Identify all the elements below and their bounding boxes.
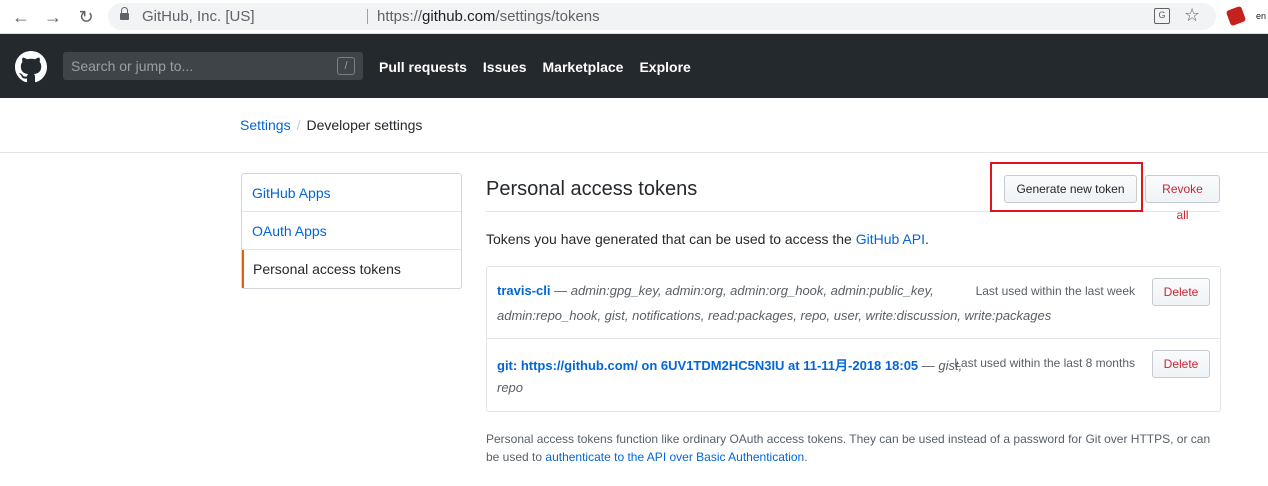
lock-icon bbox=[120, 7, 129, 22]
breadcrumb-bar: Settings / Developer settings bbox=[0, 98, 1268, 153]
github-logo-icon[interactable] bbox=[15, 51, 47, 83]
token-list: travis-cli — admin:gpg_key, admin:org, a… bbox=[486, 266, 1221, 412]
sidebar-item-github-apps[interactable]: GitHub Apps bbox=[242, 174, 461, 212]
page-title: Personal access tokens bbox=[486, 178, 698, 200]
site-identity: GitHub, Inc. [US] bbox=[142, 8, 255, 25]
sidebar-item-personal-access-tokens[interactable]: Personal access tokens bbox=[242, 250, 461, 288]
translate-icon[interactable]: G bbox=[1154, 8, 1170, 24]
token-row: travis-cli — admin:gpg_key, admin:org, a… bbox=[487, 267, 1220, 339]
omnibox-divider bbox=[367, 9, 368, 24]
nav-marketplace[interactable]: Marketplace bbox=[543, 59, 624, 75]
address-bar[interactable]: GitHub, Inc. [US] https://github.com/set… bbox=[108, 3, 1216, 30]
nav-explore[interactable]: Explore bbox=[639, 59, 690, 75]
nav-issues[interactable]: Issues bbox=[483, 59, 527, 75]
github-header: Search or jump to... / Pull requests Iss… bbox=[0, 34, 1268, 98]
token-last-used: Last used within the last 8 months bbox=[954, 356, 1135, 370]
token-name-link[interactable]: travis-cli bbox=[497, 283, 550, 298]
header-nav: Pull requests Issues Marketplace Explore bbox=[379, 59, 691, 75]
back-arrow-icon[interactable]: ← bbox=[10, 6, 32, 28]
bookmark-star-icon[interactable]: ☆ bbox=[1184, 5, 1200, 26]
nav-pull-requests[interactable]: Pull requests bbox=[379, 59, 467, 75]
basic-auth-link[interactable]: authenticate to the API over Basic Authe… bbox=[545, 450, 804, 464]
token-name-link[interactable]: git: https://github.com/ on 6UV1TDM2HC5N… bbox=[497, 358, 918, 373]
search-input[interactable]: Search or jump to... / bbox=[63, 52, 363, 80]
reload-icon[interactable]: ↻ bbox=[75, 6, 97, 28]
breadcrumb-current: Developer settings bbox=[306, 117, 423, 133]
token-row: git: https://github.com/ on 6UV1TDM2HC5N… bbox=[487, 339, 1220, 411]
forward-arrow-icon[interactable]: → bbox=[42, 6, 64, 28]
token-last-used: Last used within the last week bbox=[975, 284, 1135, 298]
tokens-intro: Tokens you have generated that can be us… bbox=[486, 231, 929, 247]
developer-settings-menu: GitHub Apps OAuth Apps Personal access t… bbox=[241, 173, 462, 289]
url-text[interactable]: https://github.com/settings/tokens bbox=[377, 8, 600, 25]
breadcrumb-settings-link[interactable]: Settings bbox=[240, 117, 291, 133]
search-placeholder: Search or jump to... bbox=[71, 58, 194, 74]
delete-token-button[interactable]: Delete bbox=[1152, 350, 1210, 378]
token-scopes-cont: repo bbox=[497, 380, 524, 395]
github-api-link[interactable]: GitHub API bbox=[856, 231, 925, 247]
browser-toolbar: ← → ↻ GitHub, Inc. [US] https://github.c… bbox=[0, 0, 1268, 34]
extension-icon[interactable] bbox=[1225, 5, 1247, 27]
sidebar-item-oauth-apps[interactable]: OAuth Apps bbox=[242, 212, 461, 250]
tokens-footnote: Personal access tokens function like ord… bbox=[486, 432, 1211, 464]
breadcrumb: Settings / Developer settings bbox=[240, 117, 422, 133]
revoke-all-button[interactable]: Revoke all bbox=[1145, 175, 1220, 222]
token-scopes: admin:gpg_key, admin:org, admin:org_hook… bbox=[570, 283, 934, 298]
delete-token-button[interactable]: Delete bbox=[1152, 278, 1210, 306]
breadcrumb-separator: / bbox=[296, 117, 301, 133]
extension-en-label[interactable]: en bbox=[1256, 11, 1266, 21]
token-scopes-cont: admin:repo_hook, gist, notifications, re… bbox=[497, 308, 1052, 323]
search-shortcut-key: / bbox=[337, 57, 355, 75]
highlight-annotation-box bbox=[990, 162, 1143, 212]
